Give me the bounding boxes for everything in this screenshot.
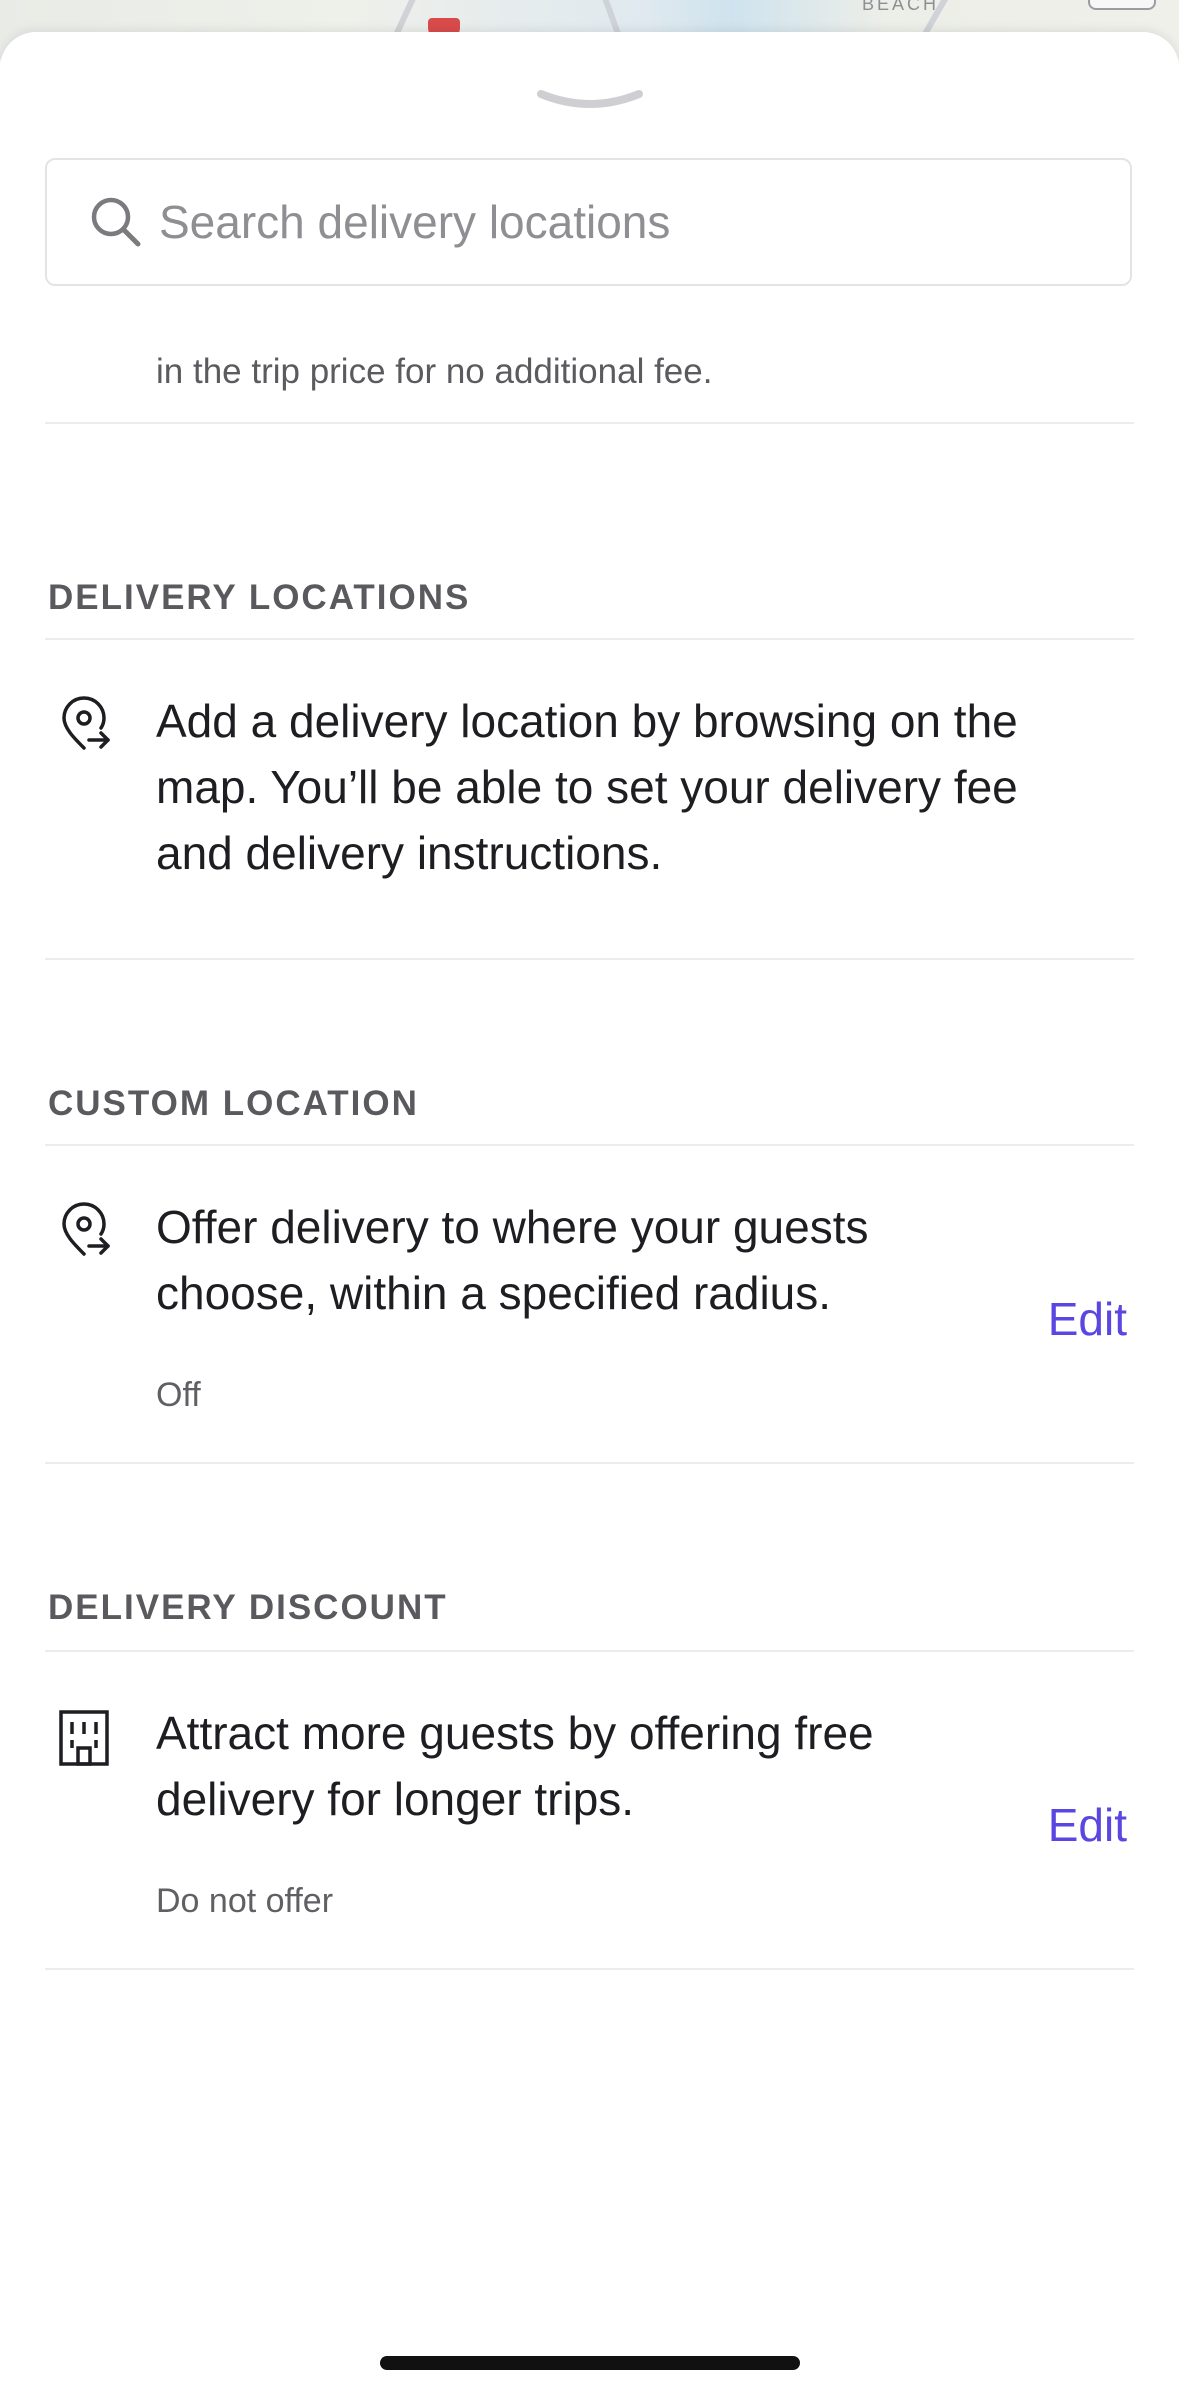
section-title-delivery-discount: DELIVERY DISCOUNT bbox=[48, 1588, 448, 1627]
bottom-sheet: in the trip price for no additional fee.… bbox=[0, 32, 1179, 2396]
divider bbox=[45, 1144, 1134, 1146]
home-indicator[interactable] bbox=[380, 2356, 800, 2370]
divider bbox=[45, 1462, 1134, 1464]
location-pin-arrow-icon bbox=[62, 1202, 110, 1256]
map-control-button[interactable] bbox=[1088, 0, 1156, 10]
delivery-settings-screen: BEACH in the trip price for no additiona… bbox=[0, 0, 1179, 2396]
section-title-custom-location: CUSTOM LOCATION bbox=[48, 1084, 419, 1123]
custom-location-description: Offer delivery to where your guests choo… bbox=[156, 1201, 869, 1319]
custom-location-edit-button[interactable]: Edit bbox=[1048, 1292, 1127, 1346]
delivery-discount-edit-button[interactable]: Edit bbox=[1048, 1798, 1127, 1852]
settings-list[interactable]: in the trip price for no additional fee.… bbox=[0, 332, 1179, 2232]
search-input[interactable] bbox=[157, 194, 1061, 250]
divider bbox=[45, 638, 1134, 640]
custom-location-status: Off bbox=[156, 1376, 201, 1414]
delivery-locations-description: Add a delivery location by browsing on t… bbox=[156, 695, 1018, 879]
divider bbox=[45, 958, 1134, 960]
location-pin-arrow-icon bbox=[62, 696, 110, 750]
delivery-discount-description: Attract more guests by offering free del… bbox=[156, 1707, 874, 1825]
previous-section-text: in the trip price for no additional fee. bbox=[156, 352, 713, 391]
map-label: BEACH bbox=[862, 0, 940, 14]
divider bbox=[45, 422, 1134, 424]
section-title-delivery-locations: DELIVERY LOCATIONS bbox=[48, 578, 471, 617]
divider bbox=[45, 1968, 1134, 1970]
search-bar[interactable] bbox=[45, 158, 1132, 286]
delivery-discount-status: Do not offer bbox=[156, 1882, 334, 1920]
building-icon bbox=[59, 1710, 109, 1766]
search-icon bbox=[89, 195, 143, 249]
divider bbox=[45, 1650, 1134, 1652]
sheet-grabber-icon[interactable] bbox=[537, 88, 643, 112]
